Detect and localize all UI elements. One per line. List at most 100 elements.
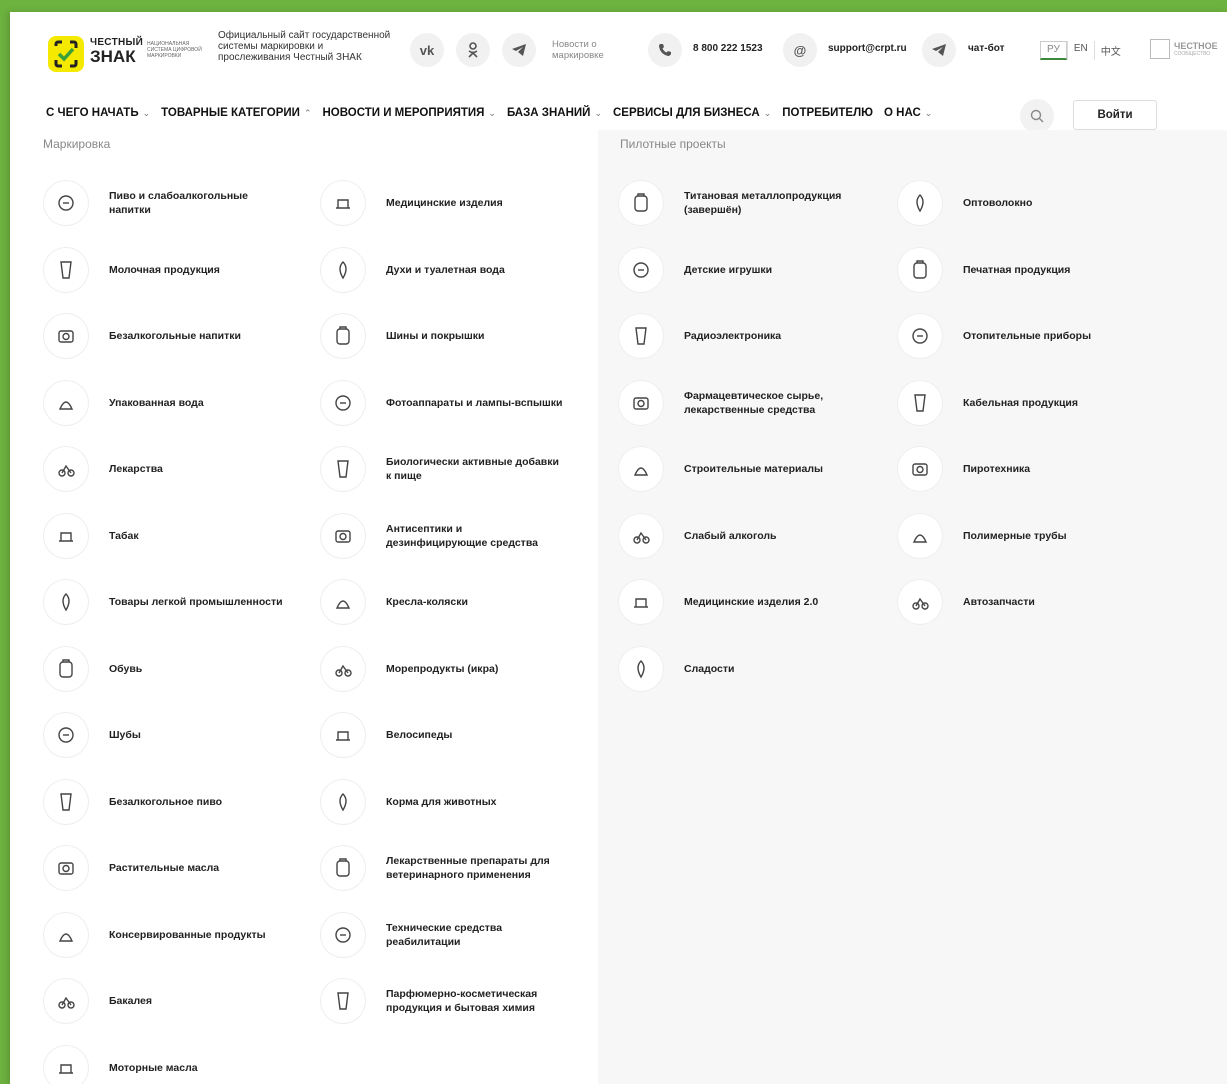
pilot-category-item[interactable]: Слабый алкоголь — [618, 503, 888, 569]
pilot-category-item[interactable]: Пиротехника — [897, 436, 1167, 502]
nav-item-6[interactable]: О НАС ⌄ — [884, 107, 932, 119]
marking-category-label: Шубы — [109, 729, 141, 741]
phone-number[interactable]: 8 800 222 1523 — [693, 43, 763, 54]
chevron-icon: ⌄ — [924, 108, 933, 118]
marking-category-item[interactable]: Морепродукты (икра) — [320, 636, 590, 702]
marking-category-item[interactable]: Парфюмерно-косметическая продукция и быт… — [320, 968, 590, 1034]
pilot-category-item[interactable]: Печатная продукция — [897, 237, 1167, 303]
chevron-icon: ⌃ — [303, 108, 312, 118]
marking-category-item[interactable]: Лекарственные препараты для ветеринарног… — [320, 835, 590, 901]
pilot-category-item[interactable]: Отопительные приборы — [897, 303, 1167, 369]
category-icon — [618, 379, 664, 426]
pilot-category-label: Пиротехника — [963, 463, 1031, 475]
marking-category-item[interactable]: Лекарства — [43, 436, 313, 502]
marking-category-item[interactable]: Упакованная вода — [43, 370, 313, 436]
pilot-category-item[interactable]: Радиоэлектроника — [618, 303, 888, 369]
category-icon — [43, 512, 89, 559]
nav-item-3[interactable]: БАЗА ЗНАНИЙ ⌄ — [507, 107, 602, 119]
nav-item-label: НОВОСТИ И МЕРОПРИЯТИЯ — [322, 107, 485, 119]
odnoklassniki-icon[interactable] — [456, 33, 490, 67]
marking-category-label: Товары легкой промышленности — [109, 596, 283, 608]
search-button[interactable] — [1020, 99, 1054, 133]
vk-icon[interactable]: vk — [410, 33, 444, 67]
marking-category-item[interactable]: Шубы — [43, 702, 313, 768]
marking-category-item[interactable]: Кресла-коляски — [320, 569, 590, 635]
marking-category-label: Табак — [109, 529, 139, 542]
pilot-category-item[interactable]: Автозапчасти — [897, 569, 1167, 635]
marking-category-item[interactable]: Пиво и слабоалкогольные напитки — [43, 170, 313, 236]
telegram-icon[interactable] — [502, 33, 536, 67]
nav-item-5[interactable]: ПОТРЕБИТЕЛЮ — [782, 107, 873, 119]
pilot-category-item[interactable]: Оптоволокно — [897, 170, 1167, 236]
category-icon — [43, 313, 89, 359]
marking-category-item[interactable]: Товары легкой промышленности — [43, 569, 313, 635]
marking-category-item[interactable]: Медицинские изделия — [320, 170, 590, 236]
site-description: Официальный сайт государственной системы… — [218, 30, 391, 63]
pilot-category-label: Кабельная продукция — [963, 396, 1079, 409]
pilot-category-item[interactable]: Кабельная продукция — [897, 370, 1167, 436]
support-email[interactable]: support@crpt.ru — [828, 43, 907, 54]
marking-category-item[interactable]: Шины и покрышки — [320, 303, 590, 369]
marking-category-item[interactable]: Биологически активные добавки к пище — [320, 436, 590, 502]
community-subtitle: СООБЩЕСТВО — [1174, 50, 1211, 57]
marking-category-item[interactable]: Бакалея — [43, 968, 313, 1034]
marking-category-label: Пиво и слабоалкогольные напитки — [109, 190, 248, 216]
marking-category-label: Духи и туалетная вода — [386, 263, 505, 276]
category-icon — [43, 246, 89, 293]
marking-category-item[interactable]: Молочная продукция — [43, 237, 313, 303]
marking-category-label: Моторные масла — [109, 1061, 198, 1074]
nav-item-0[interactable]: С ЧЕГО НАЧАТЬ ⌄ — [46, 107, 150, 119]
logo-line2: ЗНАК — [90, 47, 136, 66]
marking-category-item[interactable]: Растительные масла — [43, 835, 313, 901]
at-icon[interactable]: @ — [783, 33, 817, 67]
category-icon — [43, 1044, 89, 1084]
nav-item-4[interactable]: СЕРВИСЫ ДЛЯ БИЗНЕСА ⌄ — [613, 107, 771, 119]
login-button[interactable]: Войти — [1073, 100, 1157, 130]
marking-category-item[interactable]: Моторные масла — [43, 1035, 313, 1084]
pilot-category-item[interactable]: Титановая металлопродукция (завершён) — [618, 170, 888, 236]
chevron-icon: ⌄ — [763, 108, 772, 118]
marking-category-label: Фотоаппараты и лампы-вспышки — [386, 396, 563, 409]
marking-category-item[interactable]: Технические средства реабилитации — [320, 902, 590, 968]
news-link[interactable]: Новости о маркировке — [552, 39, 642, 61]
chevron-icon: ⌄ — [142, 108, 151, 118]
lang-zh[interactable]: 中文 — [1093, 41, 1127, 60]
pilot-category-item[interactable]: Медицинские изделия 2.0 — [618, 569, 888, 635]
marking-category-item[interactable]: Духи и туалетная вода — [320, 237, 590, 303]
category-icon — [320, 579, 366, 625]
lang-en[interactable]: EN — [1066, 41, 1094, 60]
pilot-category-item[interactable]: Фармацевтическое сырье, лекарственные ср… — [618, 370, 888, 436]
category-icon — [320, 246, 366, 293]
community-link[interactable]: ЧЕСТНОЕ СООБЩЕСТВО — [1150, 39, 1218, 59]
marking-category-label: Растительные масла — [109, 862, 220, 874]
category-icon — [43, 778, 89, 825]
pilot-category-item[interactable]: Сладости — [618, 636, 888, 702]
marking-category-label: Безалкогольные напитки — [109, 330, 241, 342]
lang-ru[interactable]: РУ — [1040, 41, 1067, 60]
logo-icon[interactable] — [48, 36, 84, 72]
chatbot-link[interactable]: чат-бот — [968, 43, 1005, 54]
marking-category-item[interactable]: Безалкогольные напитки — [43, 303, 313, 369]
pilot-category-label: Оптоволокно — [963, 197, 1033, 209]
category-icon — [897, 379, 943, 426]
pilot-category-item[interactable]: Полимерные трубы — [897, 503, 1167, 569]
marking-category-item[interactable]: Табак — [43, 503, 313, 569]
marking-category-item[interactable]: Фотоаппараты и лампы-вспышки — [320, 370, 590, 436]
logo-wordmark[interactable]: ЧЕСТНЫЙ ЗНАК — [90, 38, 143, 66]
marking-category-item[interactable]: Корма для животных — [320, 769, 590, 835]
marking-category-item[interactable]: Консервированные продукты — [43, 902, 313, 968]
category-icon — [320, 712, 366, 758]
marking-category-item[interactable]: Обувь — [43, 636, 313, 702]
marking-category-item[interactable]: Антисептики и дезинфицирующие средства — [320, 503, 590, 569]
pilot-category-item[interactable]: Детские игрушки — [618, 237, 888, 303]
nav-item-2[interactable]: НОВОСТИ И МЕРОПРИЯТИЯ ⌄ — [322, 107, 495, 119]
telegram-chat-icon[interactable] — [922, 33, 956, 67]
marking-category-item[interactable]: Велосипеды — [320, 702, 590, 768]
marking-category-label: Морепродукты (икра) — [386, 662, 499, 675]
phone-icon[interactable] — [648, 33, 682, 67]
marking-category-label: Парфюмерно-косметическая продукция и быт… — [386, 988, 538, 1014]
pilot-category-label: Детские игрушки — [684, 263, 773, 276]
nav-item-1[interactable]: ТОВАРНЫЕ КАТЕГОРИИ ⌃ — [161, 107, 311, 119]
pilot-category-item[interactable]: Строительные материалы — [618, 436, 888, 502]
marking-category-item[interactable]: Безалкогольное пиво — [43, 769, 313, 835]
